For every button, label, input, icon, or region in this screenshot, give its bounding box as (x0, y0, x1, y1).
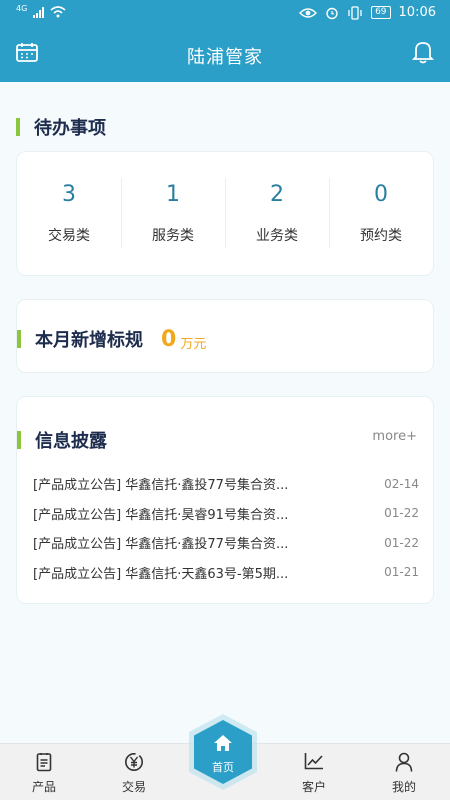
home-icon (214, 735, 232, 751)
new-scale-card: 本月新增标规 0 万元 (16, 299, 434, 373)
list-item[interactable]: [产品成立公告] 华鑫信托·昊睿91号集合资... 01-22 (33, 499, 419, 529)
news-title: [产品成立公告] 华鑫信托·鑫投77号集合资... (33, 537, 289, 553)
vibrate-icon (348, 5, 362, 20)
todo-label: 交易类 (48, 228, 90, 244)
news-title: [产品成立公告] 华鑫信托·昊睿91号集合资... (33, 507, 289, 523)
new-scale-title: 本月新增标规 0 万元 (17, 326, 206, 352)
news-list: [产品成立公告] 华鑫信托·鑫投77号集合资... 02-14 [产品成立公告]… (33, 469, 419, 587)
todo-business[interactable]: 2 业务类 (225, 152, 329, 275)
document-list-icon (4, 752, 84, 774)
todo-card: 3 交易类 1 服务类 2 业务类 0 预约类 (16, 151, 434, 276)
todo-label: 服务类 (152, 228, 194, 244)
list-item[interactable]: [产品成立公告] 华鑫信托·鑫投77号集合资... 01-22 (33, 528, 419, 558)
todo-label: 业务类 (256, 228, 298, 244)
tab-home[interactable]: 首页 (183, 712, 263, 792)
news-date: 01-22 (384, 506, 419, 521)
todo-service[interactable]: 1 服务类 (121, 152, 225, 275)
disclosure-title: 信息披露 (17, 427, 107, 453)
clock: 10:06 (398, 5, 436, 20)
todo-appointment[interactable]: 0 预约类 (329, 152, 433, 275)
status-bar: 4G 69 10:06 (0, 0, 450, 26)
accent-bar (16, 118, 20, 136)
list-item[interactable]: [产品成立公告] 华鑫信托·天鑫63号-第5期... 01-21 (33, 558, 419, 588)
tab-clients[interactable]: 客户 (274, 744, 354, 795)
todo-label: 预约类 (360, 228, 402, 244)
tab-trade[interactable]: 交易 (94, 744, 174, 795)
todo-count: 2 (270, 182, 284, 207)
list-item[interactable]: [产品成立公告] 华鑫信托·鑫投77号集合资... 02-14 (33, 469, 419, 499)
page-title: 陆浦管家 (187, 47, 263, 68)
todo-section-title: 待办事项 (16, 114, 106, 140)
news-date: 01-21 (384, 565, 419, 580)
app-header: 陆浦管家 (0, 26, 450, 82)
new-scale-unit: 万元 (180, 336, 207, 352)
signal-icon (33, 6, 45, 18)
accent-bar (17, 330, 21, 348)
more-link[interactable]: more+ (372, 429, 417, 444)
disclosure-card: 信息披露 more+ [产品成立公告] 华鑫信托·鑫投77号集合资... 02-… (16, 396, 434, 604)
tab-products[interactable]: 产品 (4, 744, 84, 795)
news-date: 02-14 (384, 476, 419, 491)
todo-count: 3 (62, 182, 76, 207)
todo-count: 1 (166, 182, 180, 207)
tab-home-label: 首页 (212, 761, 234, 774)
home-hexagon (189, 714, 257, 790)
tab-mine[interactable]: 我的 (364, 744, 444, 795)
news-title: [产品成立公告] 华鑫信托·鑫投77号集合资... (33, 478, 289, 494)
accent-bar (17, 431, 21, 449)
person-icon (364, 752, 444, 774)
todo-count: 0 (374, 182, 388, 207)
news-title: [产品成立公告] 华鑫信托·天鑫63号-第5期... (33, 566, 289, 582)
news-date: 01-22 (384, 535, 419, 550)
new-scale-amount: 0 (161, 326, 177, 352)
bell-icon[interactable] (411, 40, 435, 68)
wifi-icon (50, 6, 66, 18)
line-chart-icon (274, 752, 354, 774)
todo-trade[interactable]: 3 交易类 (17, 152, 121, 275)
battery-indicator: 69 (371, 6, 391, 19)
alarm-icon (326, 7, 338, 19)
eye-icon (299, 7, 318, 18)
network-type: 4G (16, 4, 28, 13)
yuan-circle-icon (94, 752, 174, 774)
